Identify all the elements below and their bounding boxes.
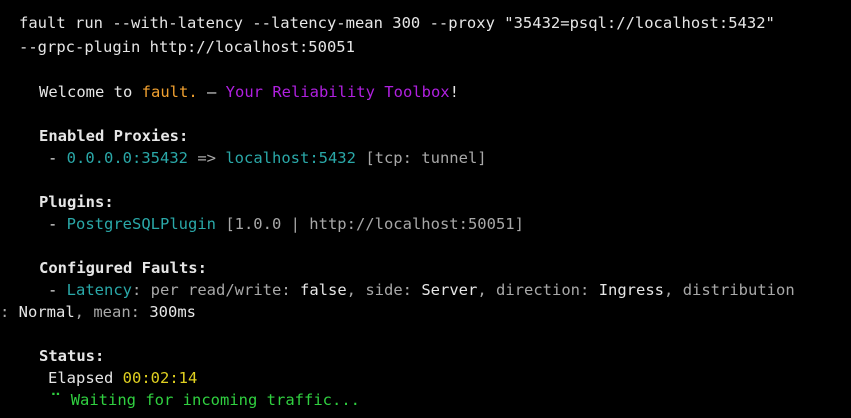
welcome-prefix: Welcome to — [39, 83, 142, 101]
proxy-arrow: => — [188, 149, 226, 167]
welcome-line: Welcome to fault. — Your Reliability Too… — [39, 81, 459, 103]
fault-item-wrap: : Normal, mean: 300ms — [0, 303, 197, 321]
fault-key-per-read-write: per read/write — [150, 281, 282, 299]
fault-value-per-read-write: false — [300, 281, 347, 299]
proxy-bullet: - — [48, 149, 67, 167]
fault-value-side: Server — [421, 281, 478, 299]
spinner-icon: ⠉ — [50, 391, 62, 409]
fault-value-mean: 300ms — [149, 303, 197, 321]
fault-key-distribution: distribution — [682, 281, 795, 299]
elapsed-label: Elapsed — [48, 369, 123, 387]
command-line-2: --grpc-plugin http://localhost:50051 — [19, 38, 355, 56]
welcome-dash: — — [197, 83, 226, 101]
proxy-source: 0.0.0.0:35432 — [66, 149, 188, 167]
plugins-heading: Plugins: — [39, 193, 114, 211]
status-heading: Status: — [39, 347, 105, 365]
fault-key-side: side — [365, 281, 403, 299]
proxy-target: localhost:5432 — [225, 149, 356, 167]
fault-key-direction: direction — [496, 281, 581, 299]
fault-bullet: - — [48, 281, 67, 299]
fault-name: Latency — [66, 281, 132, 299]
fault-item: - Latency: per read/write: false, side: … — [48, 281, 795, 299]
fault-value-distribution: Normal — [18, 303, 75, 321]
terminal-window: fault run --with-latency --latency-mean … — [0, 0, 851, 418]
plugin-details: [1.0.0 | http://localhost:50051] — [215, 215, 524, 233]
plugin-item: - PostgreSQLPlugin [1.0.0 | http://local… — [48, 213, 524, 235]
faults-heading: Configured Faults: — [39, 259, 207, 277]
plugin-bullet: - — [48, 215, 67, 233]
proxies-heading: Enabled Proxies: — [39, 127, 189, 145]
elapsed-value: 00:02:14 — [122, 369, 198, 387]
app-name: fault. — [141, 83, 198, 101]
plugin-name: PostgreSQLPlugin — [66, 215, 216, 233]
proxy-mode: [tcp: tunnel] — [355, 149, 487, 167]
command-line-1: fault run --with-latency --latency-mean … — [19, 14, 775, 32]
fault-key-mean: mean — [93, 303, 131, 321]
waiting-text: Waiting for incoming traffic... — [61, 391, 360, 409]
tagline: Your Reliability Toolbox — [225, 83, 450, 101]
status-waiting: ⠉ Waiting for incoming traffic... — [50, 389, 360, 411]
status-elapsed: Elapsed 00:02:14 — [48, 367, 197, 389]
welcome-suffix: ! — [449, 83, 459, 101]
fault-value-direction: Ingress — [598, 281, 665, 299]
proxy-item: - 0.0.0.0:35432 => localhost:5432 [tcp: … — [48, 147, 487, 169]
